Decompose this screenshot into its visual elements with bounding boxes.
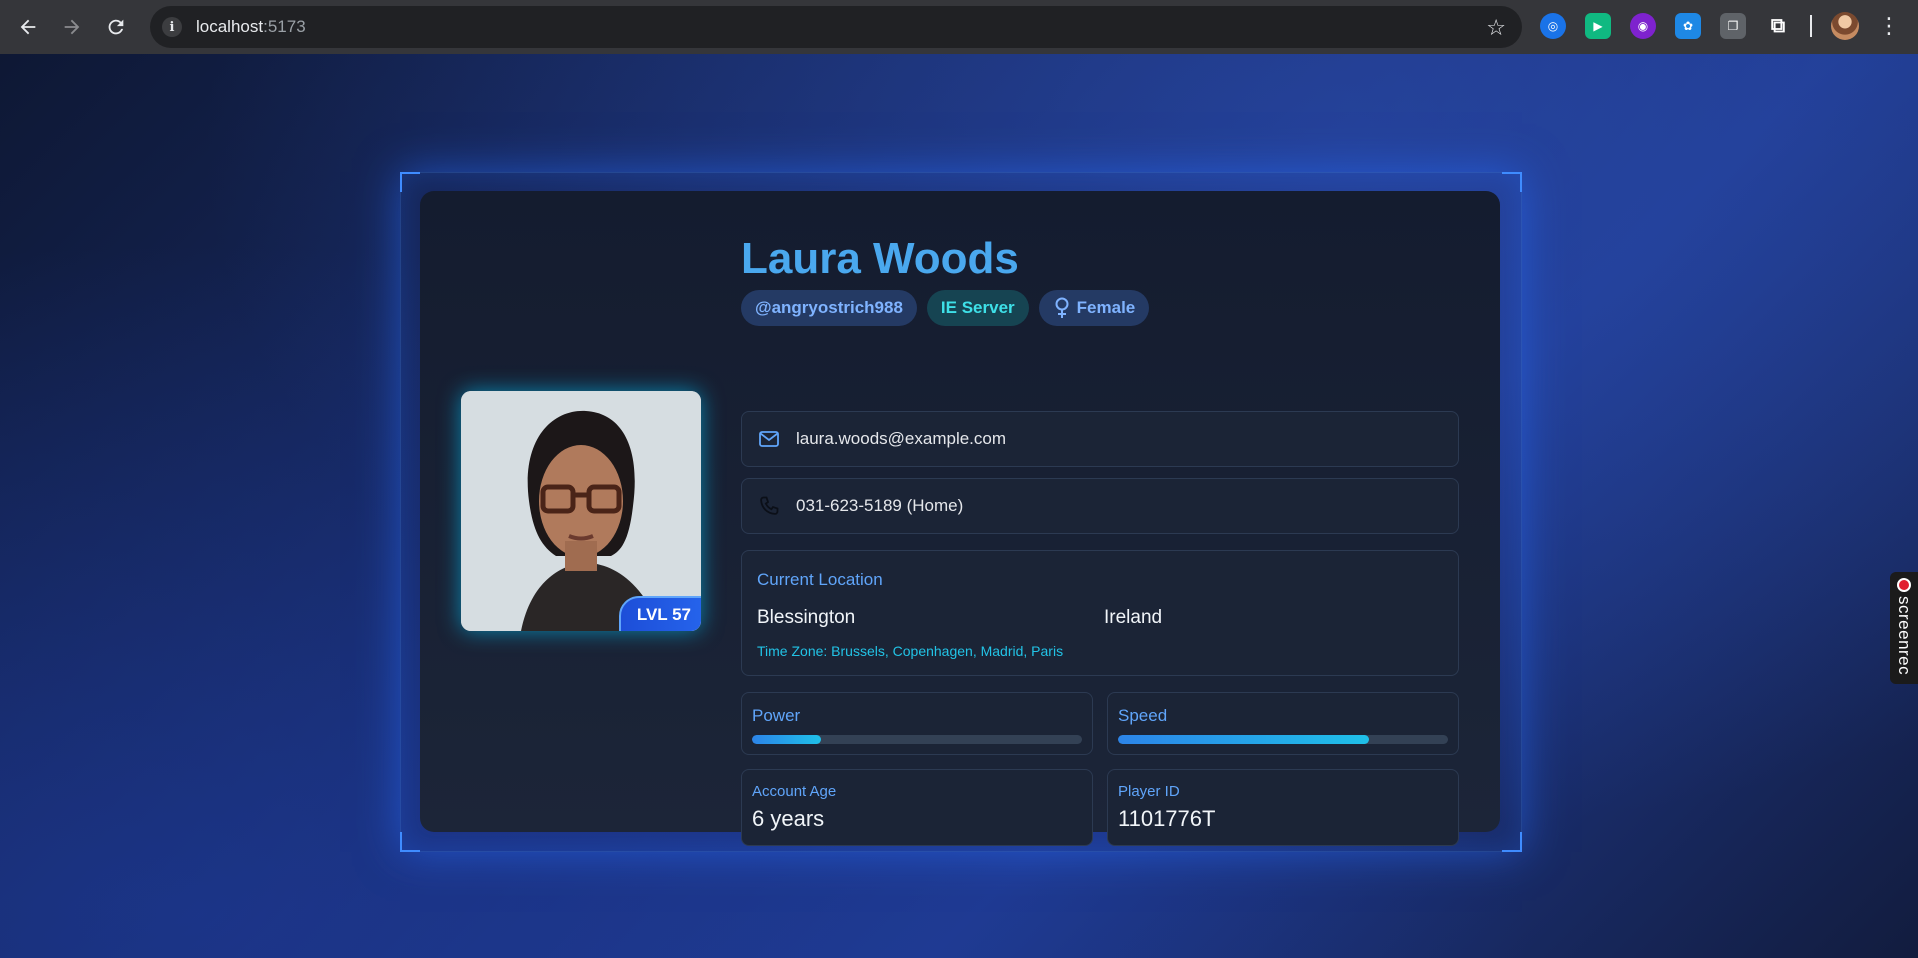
- corner-bracket: [400, 172, 420, 192]
- profile-tags: @angryostrich988 IE Server Female: [741, 290, 1150, 326]
- site-info-icon[interactable]: i: [162, 17, 182, 37]
- url-port: :5173: [263, 17, 306, 36]
- power-label: Power: [752, 706, 801, 725]
- video-extension-icon[interactable]: ▶: [1585, 13, 1611, 39]
- team-extension-icon[interactable]: ✿: [1675, 13, 1701, 39]
- extensions-bar: ◎ ▶ ◉ ✿ ❐ ⧉ ⋮: [1540, 12, 1900, 40]
- profile-photo: LVL 57: [461, 391, 701, 631]
- phone-row[interactable]: 031-623-5189 (Home): [741, 478, 1459, 534]
- toolbar-divider: [1810, 15, 1812, 37]
- account-age-panel: Account Age 6 years: [741, 769, 1093, 846]
- gender-label: Female: [1076, 298, 1136, 317]
- profile-card: LVL 57 Laura Woods @angryostrich988 IE S…: [420, 191, 1500, 846]
- record-icon: [1897, 578, 1911, 592]
- url-host: localhost: [196, 17, 264, 36]
- translate-extension-icon[interactable]: ◎: [1540, 13, 1566, 39]
- player-id-label: Player ID: [1118, 783, 1180, 800]
- location-title: Current Location: [757, 570, 883, 589]
- profile-name: Laura Woods: [741, 234, 1019, 283]
- player-id-panel: Player ID 1101776T: [1107, 769, 1459, 846]
- extensions-icon[interactable]: ⧉: [1765, 13, 1791, 39]
- reload-button[interactable]: [94, 5, 138, 49]
- location-country: Ireland: [1104, 607, 1163, 628]
- account-age-value: 6 years: [752, 806, 825, 831]
- location-city: Blessington: [757, 607, 856, 628]
- power-stat: Power: [741, 692, 1093, 755]
- bookmark-star-icon[interactable]: ☆: [1486, 15, 1506, 41]
- speed-bar-fill: [1118, 735, 1369, 744]
- email-text: laura.woods@example.com: [796, 429, 1007, 448]
- account-age-label: Account Age: [752, 783, 837, 800]
- page-background: LVL 57 Laura Woods @angryostrich988 IE S…: [0, 54, 1918, 958]
- username-tag: @angryostrich988: [741, 290, 917, 326]
- power-bar-fill: [752, 735, 822, 744]
- location-timezone: Time Zone: Brussels, Copenhagen, Madrid,…: [757, 643, 1064, 659]
- mail-icon: [759, 431, 779, 447]
- portrait-image: [461, 391, 701, 631]
- corner-bracket: [1502, 172, 1522, 192]
- tabs-extension-icon[interactable]: ❐: [1720, 13, 1746, 39]
- screenrec-label: screenrec: [1895, 596, 1914, 676]
- arrow-left-icon: [20, 19, 36, 35]
- browser-toolbar: i localhost:5173 ☆ ◎ ▶ ◉ ✿ ❐ ⧉ ⋮: [0, 0, 1918, 54]
- female-icon: [1055, 297, 1069, 318]
- forward-button[interactable]: [50, 5, 94, 49]
- power-bar: [752, 735, 1082, 744]
- arrow-right-icon: [64, 19, 80, 35]
- player-id-value: 1101776T: [1118, 806, 1216, 831]
- back-button[interactable]: [6, 5, 50, 49]
- corner-bracket: [400, 832, 420, 852]
- screenrec-widget[interactable]: screenrec: [1890, 572, 1918, 684]
- gender-tag: Female: [1038, 290, 1150, 326]
- url-text[interactable]: localhost:5173: [196, 17, 306, 37]
- phone-text: 031-623-5189 (Home): [796, 496, 964, 515]
- speed-bar: [1118, 735, 1448, 744]
- address-bar[interactable]: i localhost:5173 ☆: [150, 6, 1522, 48]
- server-tag: IE Server: [926, 290, 1029, 326]
- browser-menu-icon[interactable]: ⋮: [1878, 15, 1900, 37]
- reload-icon: [108, 19, 124, 35]
- search-extension-icon[interactable]: ◉: [1630, 13, 1656, 39]
- location-panel: Current Location Blessington Ireland Tim…: [741, 550, 1459, 676]
- speed-label: Speed: [1118, 706, 1168, 725]
- phone-icon: [760, 496, 779, 515]
- email-row[interactable]: laura.woods@example.com: [741, 411, 1459, 467]
- profile-avatar-icon[interactable]: [1831, 12, 1859, 40]
- corner-bracket: [1502, 832, 1522, 852]
- speed-stat: Speed: [1107, 692, 1459, 755]
- level-badge: LVL 57: [618, 596, 701, 631]
